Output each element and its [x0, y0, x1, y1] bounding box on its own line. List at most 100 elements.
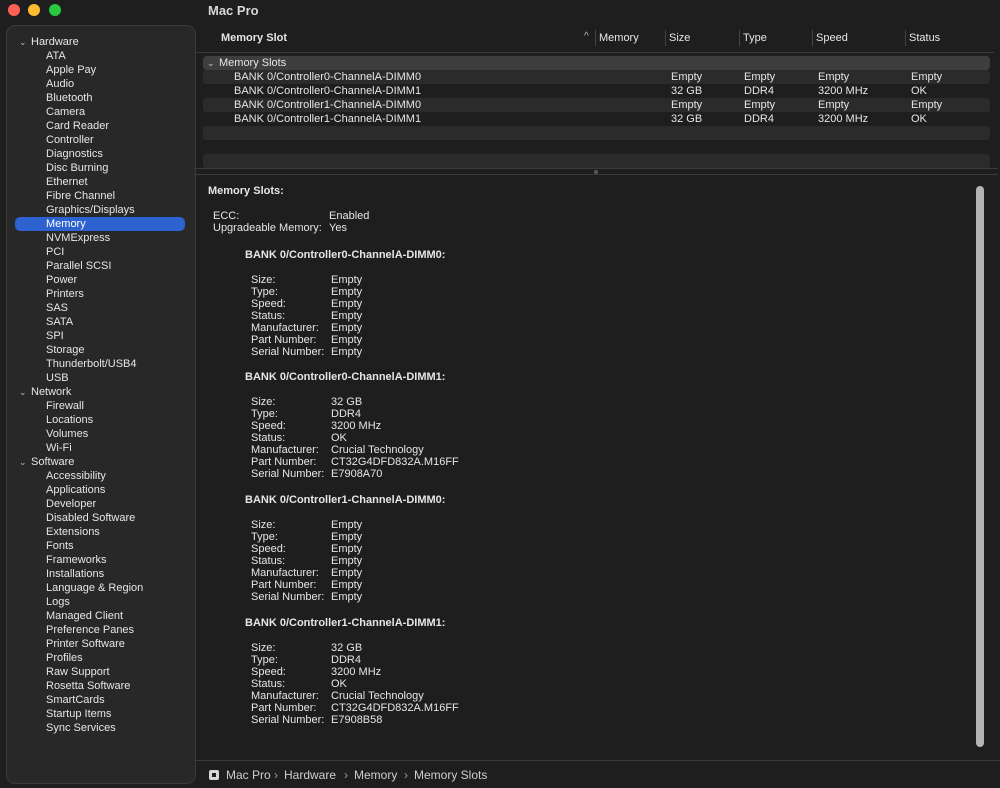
detail-heading: Memory Slots: [208, 185, 284, 197]
table-row[interactable]: BANK 0/Controller0-ChannelA-DIMM0 Empty Em… [203, 70, 990, 84]
column-header-memory[interactable]: Memory [595, 30, 639, 46]
sidebar-item-locations[interactable]: Locations [7, 413, 195, 427]
sidebar-item-thunderbolt-usb4[interactable]: Thunderbolt/USB4 [7, 357, 195, 371]
sort-ascending-icon[interactable]: ^ [584, 31, 589, 42]
sidebar-item-label: Disabled Software [46, 512, 136, 524]
detail-value: Enabled [329, 210, 370, 222]
chevron-down-icon[interactable]: ⌄ [19, 455, 27, 469]
table-row[interactable]: BANK 0/Controller1-ChannelA-DIMM0 Empty Em… [203, 98, 990, 112]
detail-scrollbar[interactable] [976, 186, 984, 747]
detail-key: Serial Number: [251, 468, 325, 480]
sidebar-item-managed-client[interactable]: Managed Client [7, 609, 195, 623]
detail-value: OK [331, 432, 347, 444]
sidebar-item-pci[interactable]: PCI [7, 245, 195, 259]
sidebar-item-wi-fi[interactable]: Wi-Fi [7, 441, 195, 455]
sidebar-item-spi[interactable]: SPI [7, 329, 195, 343]
sidebar-group-label: Network [31, 386, 72, 398]
column-header-type[interactable]: Type [739, 30, 767, 46]
detail-key: Manufacturer: [251, 322, 319, 334]
sidebar-item-apple-pay[interactable]: Apple Pay [7, 63, 195, 77]
sidebar-item-label: Controller [46, 134, 94, 146]
sidebar-item-power[interactable]: Power [7, 273, 195, 287]
sidebar-group-network[interactable]: ⌄ Network [7, 385, 195, 399]
sidebar-item-fibre-channel[interactable]: Fibre Channel [7, 189, 195, 203]
breadcrumb-hardware[interactable]: Hardware [284, 768, 336, 782]
close-button[interactable] [8, 4, 20, 16]
sidebar-item-preference-panes[interactable]: Preference Panes [7, 623, 195, 637]
sidebar-item-volumes[interactable]: Volumes [7, 427, 195, 441]
sidebar-item-disabled-software[interactable]: Disabled Software [7, 511, 195, 525]
sidebar-item-ata[interactable]: ATA [7, 49, 195, 63]
sidebar-group-hardware[interactable]: ⌄ Hardware [7, 35, 195, 49]
table-row[interactable]: BANK 0/Controller0-ChannelA-DIMM1 32 GB DD… [203, 84, 990, 98]
sidebar-item-camera[interactable]: Camera [7, 105, 195, 119]
breadcrumb-mac-pro[interactable]: Mac Pro [226, 768, 271, 782]
detail-value: 32 GB [331, 396, 363, 408]
sidebar-item-developer[interactable]: Developer [7, 497, 195, 511]
sidebar-item-label: Fonts [46, 540, 74, 552]
sidebar-item-label: Profiles [46, 652, 83, 664]
sidebar-item-nvmexpress[interactable]: NVMExpress [7, 231, 195, 245]
column-header-status[interactable]: Status [905, 30, 940, 46]
sidebar-item-printer-software[interactable]: Printer Software [7, 637, 195, 651]
sidebar-item-graphics-displays[interactable]: Graphics/Displays [7, 203, 195, 217]
sidebar-item-logs[interactable]: Logs [7, 595, 195, 609]
sidebar-item-smartcards[interactable]: SmartCards [7, 693, 195, 707]
column-header-speed[interactable]: Speed [812, 30, 848, 46]
sidebar-item-label: Developer [46, 498, 97, 510]
sidebar-item-storage[interactable]: Storage [7, 343, 195, 357]
minimize-button[interactable] [28, 4, 40, 16]
sidebar-item-bluetooth[interactable]: Bluetooth [7, 91, 195, 105]
sidebar-item-applications[interactable]: Applications [7, 483, 195, 497]
sidebar-item-parallel-scsi[interactable]: Parallel SCSI [7, 259, 195, 273]
sidebar-item-rosetta-software[interactable]: Rosetta Software [7, 679, 195, 693]
sidebar-item-sata[interactable]: SATA [7, 315, 195, 329]
group-row-memory-slots[interactable]: ⌄ Memory Slots [203, 56, 990, 70]
sidebar-item-firewall[interactable]: Firewall [7, 399, 195, 413]
sidebar-item-fonts[interactable]: Fonts [7, 539, 195, 553]
chevron-down-icon[interactable]: ⌄ [19, 385, 27, 399]
detail-key: Part Number: [251, 456, 317, 468]
breadcrumb-memory-slots[interactable]: Memory Slots [414, 768, 487, 782]
breadcrumb-memory[interactable]: Memory [354, 768, 397, 782]
column-header-size[interactable]: Size [665, 30, 690, 46]
sidebar-item-label: Installations [46, 568, 105, 580]
sidebar-item-printers[interactable]: Printers [7, 287, 195, 301]
sidebar-item-card-reader[interactable]: Card Reader [7, 119, 195, 133]
chevron-down-icon[interactable]: ⌄ [207, 56, 215, 70]
detail-value: Empty [331, 519, 363, 531]
sidebar-item-diagnostics[interactable]: Diagnostics [7, 147, 195, 161]
detail-value: 3200 MHz [331, 666, 382, 678]
sidebar-group-software[interactable]: ⌄ Software [7, 455, 195, 469]
detail-key: Manufacturer: [251, 444, 319, 456]
sidebar-item-sync-services[interactable]: Sync Services [7, 721, 195, 735]
column-header-memory-slot[interactable]: Memory Slot [221, 30, 287, 46]
sidebar-item-usb[interactable]: USB [7, 371, 195, 385]
sidebar-item-profiles[interactable]: Profiles [7, 651, 195, 665]
sidebar: ⌄ Hardware ATA Apple Pay Audio Bluetooth Camer… [6, 25, 196, 784]
sidebar-item-label: Frameworks [46, 554, 107, 566]
sidebar-item-startup-items[interactable]: Startup Items [7, 707, 195, 721]
sidebar-item-audio[interactable]: Audio [7, 77, 195, 91]
sidebar-item-disc-burning[interactable]: Disc Burning [7, 161, 195, 175]
sidebar-item-sas[interactable]: SAS [7, 301, 195, 315]
sidebar-item-extensions[interactable]: Extensions [7, 525, 195, 539]
sidebar-item-accessibility[interactable]: Accessibility [7, 469, 195, 483]
detail-value: Crucial Technology [331, 444, 424, 456]
sidebar-item-controller[interactable]: Controller [7, 133, 195, 147]
sidebar-item-ethernet[interactable]: Ethernet [7, 175, 195, 189]
sidebar-item-installations[interactable]: Installations [7, 567, 195, 581]
sidebar-item-language-region[interactable]: Language & Region [7, 581, 195, 595]
zoom-button[interactable] [49, 4, 61, 16]
sidebar-item-label: Locations [46, 414, 94, 426]
sidebar-item-raw-support[interactable]: Raw Support [7, 665, 195, 679]
sidebar-item-label: Managed Client [46, 610, 124, 622]
divider-handle-icon[interactable] [594, 170, 598, 174]
sidebar-item-frameworks[interactable]: Frameworks [7, 553, 195, 567]
sidebar-item-label: Disc Burning [46, 162, 109, 174]
chevron-down-icon[interactable]: ⌄ [19, 35, 27, 49]
sidebar-item-memory[interactable]: Memory [15, 217, 185, 231]
table-row[interactable]: BANK 0/Controller1-ChannelA-DIMM1 32 GB DD… [203, 112, 990, 126]
detail-value: Empty [331, 555, 363, 567]
detail-key: Type: [251, 531, 278, 543]
